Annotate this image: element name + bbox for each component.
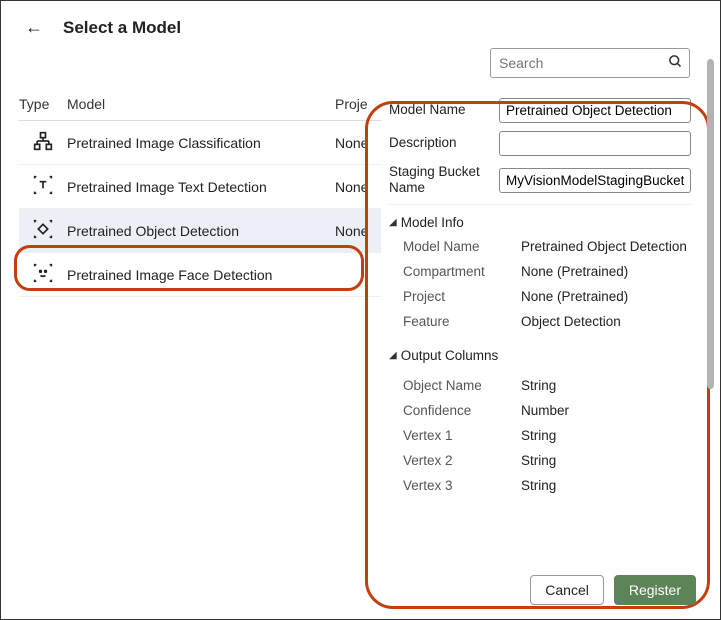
search-input[interactable] (490, 48, 690, 78)
info-label: Model Name (403, 239, 521, 254)
page-title: Select a Model (63, 18, 181, 38)
info-value: String (521, 453, 691, 468)
description-label: Description (389, 135, 499, 151)
table-row[interactable]: Pretrained Image Classification None (19, 121, 381, 165)
project-cell: None (335, 179, 381, 195)
model-name-cell: Pretrained Image Face Detection (67, 267, 335, 283)
scrollbar-thumb[interactable] (707, 59, 714, 389)
col-header-type: Type (19, 96, 67, 112)
col-header-model: Model (67, 96, 335, 112)
output-columns-section-header[interactable]: ◢ Output Columns (389, 338, 691, 367)
model-name-cell: Pretrained Image Text Detection (67, 179, 335, 195)
info-label: Vertex 3 (403, 478, 521, 493)
info-value: Object Detection (521, 314, 691, 329)
model-name-label: Model Name (389, 102, 499, 118)
info-label: Project (403, 289, 521, 304)
details-panel: Model Name Description Staging Bucket Na… (381, 88, 699, 498)
hierarchy-icon (33, 131, 53, 154)
info-value: String (521, 478, 691, 493)
info-value: None (Pretrained) (521, 264, 691, 279)
table-row[interactable]: Pretrained Image Text Detection None (19, 165, 381, 209)
model-info-label: Model Info (401, 215, 464, 230)
project-cell: None (335, 223, 381, 239)
info-value: String (521, 428, 691, 443)
caret-down-icon: ◢ (389, 350, 397, 361)
cancel-button[interactable]: Cancel (530, 575, 604, 605)
col-header-project: Proje (335, 96, 381, 112)
info-label: Confidence (403, 403, 521, 418)
output-columns-label: Output Columns (401, 348, 499, 363)
project-cell: None (335, 135, 381, 151)
info-label: Compartment (403, 264, 521, 279)
model-table: Type Model Proje Pretrained Image Classi… (1, 88, 381, 297)
info-value: None (Pretrained) (521, 289, 691, 304)
table-row-selected[interactable]: Pretrained Object Detection None (19, 209, 381, 253)
caret-down-icon: ◢ (389, 217, 397, 228)
object-detect-icon (33, 219, 53, 242)
text-detect-icon (33, 175, 53, 198)
description-input[interactable] (499, 131, 691, 156)
search-icon (668, 54, 683, 72)
model-name-cell: Pretrained Object Detection (67, 223, 335, 239)
info-label: Feature (403, 314, 521, 329)
face-detect-icon (33, 263, 53, 286)
info-label: Vertex 1 (403, 428, 521, 443)
table-row[interactable]: Pretrained Image Face Detection (19, 253, 381, 297)
info-label: Vertex 2 (403, 453, 521, 468)
staging-bucket-label: Staging Bucket Name (389, 164, 499, 196)
info-value: String (521, 378, 691, 393)
info-value: Number (521, 403, 691, 418)
info-label: Object Name (403, 378, 521, 393)
model-info-section-header[interactable]: ◢ Model Info (389, 204, 691, 234)
model-name-cell: Pretrained Image Classification (67, 135, 335, 151)
scrollbar[interactable] (707, 59, 714, 399)
model-name-input[interactable] (499, 98, 691, 123)
staging-bucket-input[interactable] (499, 168, 691, 193)
back-arrow-icon[interactable]: ← (25, 17, 43, 38)
search-box[interactable] (490, 48, 690, 78)
info-value: Pretrained Object Detection (521, 239, 691, 254)
register-button[interactable]: Register (614, 575, 696, 605)
